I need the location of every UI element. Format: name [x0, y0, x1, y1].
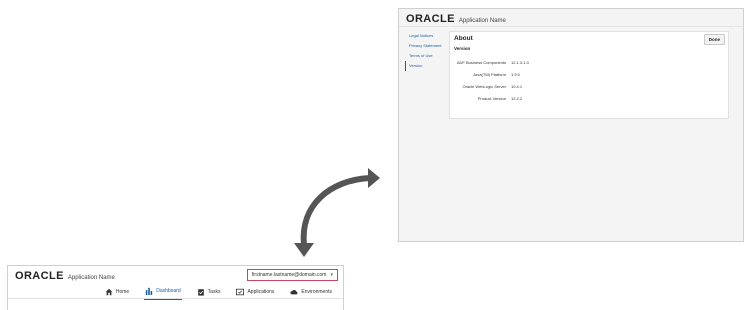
about-panel: About Version Done ADF Business Componen… — [449, 31, 729, 119]
property-label: ADF Business Components — [456, 60, 506, 65]
about-brand: ORACLE Application Name — [406, 14, 506, 25]
property-value: 12.2.2 — [511, 96, 523, 101]
property-row: Oracle WebLogic Server 10.4.1 — [450, 84, 728, 96]
about-sidebar: Legal Notices Privacy Statement Terms of… — [405, 31, 447, 71]
main-application-window: ORACLE Application Name firstname.lastna… — [7, 265, 344, 310]
user-menu-button[interactable]: firstname.lastname@domain.com ▾ — [246, 269, 338, 281]
sidebar-item-privacy-statement[interactable]: Privacy Statement — [405, 41, 447, 51]
curved-arrow-icon — [294, 168, 380, 257]
about-header: ORACLE Application Name — [399, 9, 743, 27]
property-value: 1.9.0 — [511, 72, 520, 77]
property-row: Product Version 12.2.2 — [450, 96, 728, 108]
nav-label-environments: Environments — [301, 289, 332, 295]
property-label: Oracle WebLogic Server — [462, 84, 507, 89]
navbar-divider — [8, 298, 343, 299]
header-brand: ORACLE Application Name — [15, 271, 115, 282]
sidebar-item-legal-notices[interactable]: Legal Notices — [405, 31, 447, 41]
chevron-down-icon: ▾ — [330, 272, 333, 278]
nav-label-applications: Applications — [247, 289, 275, 295]
oracle-logo: ORACLE — [406, 13, 455, 25]
property-label: Product Version — [477, 96, 506, 101]
property-row: ADF Business Components 12.1.3.1.0 — [450, 60, 728, 72]
done-button[interactable]: Done — [703, 34, 725, 45]
app-window-check-icon — [236, 288, 245, 296]
bar-chart-icon — [145, 287, 153, 295]
panel-subtitle: Version — [454, 46, 471, 51]
home-icon — [105, 288, 113, 296]
application-name: Application Name — [458, 18, 506, 24]
application-name: Application Name — [67, 275, 115, 281]
property-label: Java(TM) Platform — [473, 72, 506, 77]
property-value: 12.1.3.1.0 — [511, 60, 529, 65]
oracle-logo: ORACLE — [15, 270, 64, 282]
version-properties: ADF Business Components 12.1.3.1.0 Java(… — [450, 60, 728, 108]
nav-label-dashboard: Dashboard — [156, 288, 181, 294]
nav-label-home: Home — [115, 289, 130, 295]
user-menu-label: firstname.lastname@domain.com — [251, 272, 327, 278]
about-dialog-window: ORACLE Application Name Legal Notices Pr… — [398, 8, 744, 242]
cloud-icon — [290, 288, 298, 296]
sidebar-item-version[interactable]: Version — [405, 61, 447, 71]
panel-title: About — [454, 35, 473, 42]
sidebar-item-terms-of-use[interactable]: Terms of Use — [405, 51, 447, 61]
property-row: Java(TM) Platform 1.9.0 — [450, 72, 728, 84]
nav-label-tasks: Tasks — [207, 289, 221, 295]
clipboard-check-icon — [197, 288, 205, 296]
property-value: 10.4.1 — [511, 84, 523, 89]
